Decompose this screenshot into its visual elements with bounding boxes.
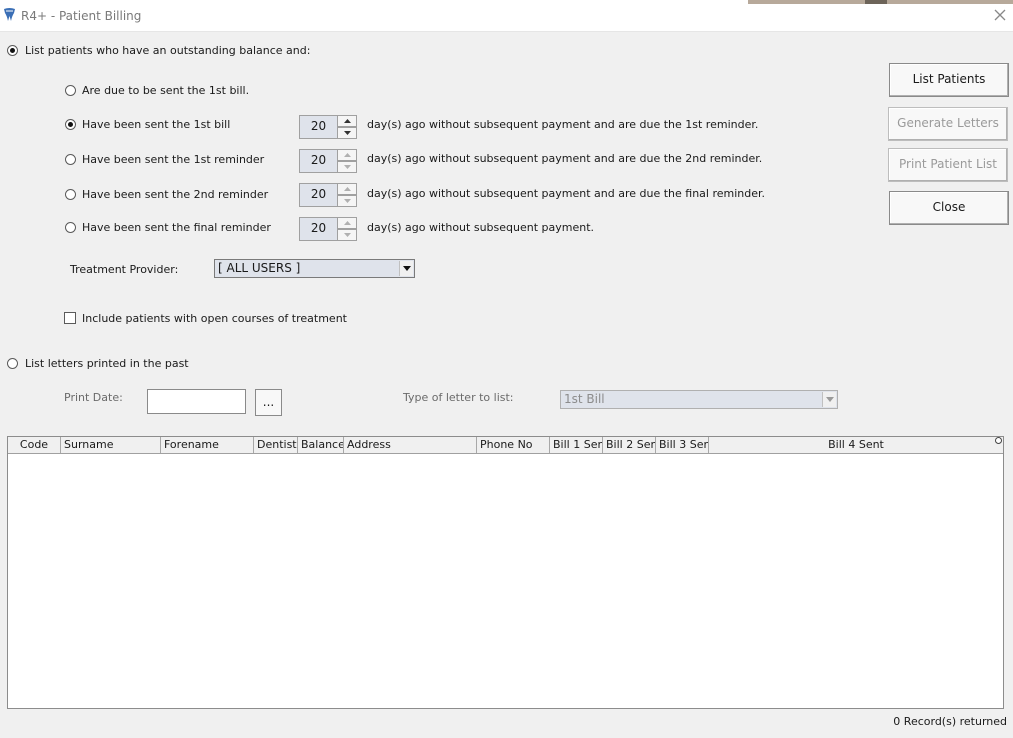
open-courses-label: Include patients with open courses of tr… bbox=[82, 312, 347, 325]
results-grid[interactable]: Code Surname Forename Dentist Balance Ad… bbox=[7, 436, 1004, 709]
column-header-phone[interactable]: Phone No bbox=[477, 437, 550, 453]
past-letters-radio[interactable] bbox=[7, 358, 18, 369]
outstanding-balance-label: List patients who have an outstanding ba… bbox=[25, 44, 311, 57]
chevron-down-icon[interactable] bbox=[399, 261, 413, 276]
first-reminder-days-input[interactable]: 20 bbox=[299, 149, 337, 173]
outstanding-balance-radio[interactable] bbox=[7, 45, 18, 56]
final-reminder-days-input[interactable]: 20 bbox=[299, 217, 337, 241]
first-bill-days-input[interactable]: 20 bbox=[299, 115, 337, 139]
generate-letters-label: Generate Letters bbox=[897, 116, 999, 130]
first-bill-days-down[interactable] bbox=[337, 127, 357, 139]
final-reminder-days-up[interactable] bbox=[337, 217, 357, 229]
open-courses-checkbox[interactable] bbox=[64, 312, 76, 324]
print-date-label: Print Date: bbox=[64, 391, 123, 404]
second-reminder-days-input[interactable]: 20 bbox=[299, 183, 337, 207]
first-reminder-days-down[interactable] bbox=[337, 161, 357, 173]
chevron-down-icon[interactable] bbox=[822, 392, 836, 407]
second-reminder-days-down[interactable] bbox=[337, 195, 357, 207]
sent-first-reminder-radio[interactable] bbox=[65, 154, 76, 165]
print-patient-list-button[interactable]: Print Patient List bbox=[888, 148, 1008, 182]
sent-second-reminder-radio[interactable] bbox=[65, 189, 76, 200]
column-header-bill2[interactable]: Bill 2 Sent bbox=[603, 437, 656, 453]
sent-first-reminder-label: Have been sent the 1st reminder bbox=[82, 153, 265, 166]
letter-type-value: 1st Bill bbox=[564, 392, 605, 406]
sent-first-bill-label: Have been sent the 1st bill bbox=[82, 118, 231, 131]
column-header-forename[interactable]: Forename bbox=[161, 437, 254, 453]
close-window-icon[interactable] bbox=[992, 7, 1008, 23]
final-reminder-days-down[interactable] bbox=[337, 229, 357, 241]
print-date-input[interactable] bbox=[147, 389, 246, 414]
first-reminder-days-up[interactable] bbox=[337, 149, 357, 161]
second-reminder-days-suffix: day(s) ago without subsequent payment an… bbox=[367, 187, 766, 200]
column-header-dentist[interactable]: Dentist bbox=[254, 437, 298, 453]
final-reminder-days-suffix: day(s) ago without subsequent payment. bbox=[367, 221, 595, 234]
list-patients-button[interactable]: List Patients bbox=[889, 63, 1009, 97]
past-letters-label: List letters printed in the past bbox=[25, 357, 189, 370]
close-button[interactable]: Close bbox=[889, 191, 1009, 225]
column-header-surname[interactable]: Surname bbox=[61, 437, 161, 453]
treatment-provider-value: [ ALL USERS ] bbox=[218, 261, 301, 275]
list-patients-label: List Patients bbox=[912, 72, 986, 86]
generate-letters-button[interactable]: Generate Letters bbox=[888, 107, 1008, 141]
first-reminder-days-suffix: day(s) ago without subsequent payment an… bbox=[367, 152, 763, 165]
window-title: R4+ - Patient Billing bbox=[21, 9, 142, 23]
treatment-provider-select[interactable]: [ ALL USERS ] bbox=[214, 259, 415, 278]
first-bill-days-up[interactable] bbox=[337, 115, 357, 127]
due-first-bill-radio[interactable] bbox=[65, 85, 76, 96]
treatment-provider-label: Treatment Provider: bbox=[70, 263, 179, 276]
sent-first-bill-radio[interactable] bbox=[65, 119, 76, 130]
sent-second-reminder-label: Have been sent the 2nd reminder bbox=[82, 188, 269, 201]
grid-header: Code Surname Forename Dentist Balance Ad… bbox=[8, 437, 1003, 454]
due-first-bill-label: Are due to be sent the 1st bill. bbox=[82, 84, 250, 97]
column-header-balance[interactable]: Balance bbox=[298, 437, 344, 453]
title-bar bbox=[0, 0, 1013, 32]
app-icon bbox=[3, 8, 16, 22]
letter-type-select[interactable]: 1st Bill bbox=[560, 390, 838, 409]
column-header-bill3[interactable]: Bill 3 Sent bbox=[656, 437, 709, 453]
letter-type-label: Type of letter to list: bbox=[403, 391, 514, 404]
column-chooser-icon[interactable] bbox=[995, 437, 1002, 444]
record-count: 0 Record(s) returned bbox=[893, 715, 1007, 728]
column-header-bill4[interactable]: Bill 4 Sent bbox=[709, 437, 1003, 453]
close-label: Close bbox=[932, 200, 966, 214]
background-strip-dark bbox=[865, 0, 887, 4]
sent-final-reminder-radio[interactable] bbox=[65, 222, 76, 233]
column-header-bill1[interactable]: Bill 1 Sent bbox=[550, 437, 603, 453]
sent-final-reminder-label: Have been sent the final reminder bbox=[82, 221, 271, 234]
second-reminder-days-up[interactable] bbox=[337, 183, 357, 195]
column-header-address[interactable]: Address bbox=[344, 437, 477, 453]
print-patient-list-label: Print Patient List bbox=[899, 157, 997, 171]
first-bill-days-suffix: day(s) ago without subsequent payment an… bbox=[367, 118, 759, 131]
column-header-code[interactable]: Code bbox=[8, 437, 61, 453]
print-date-browse-button[interactable]: ... bbox=[255, 389, 282, 416]
